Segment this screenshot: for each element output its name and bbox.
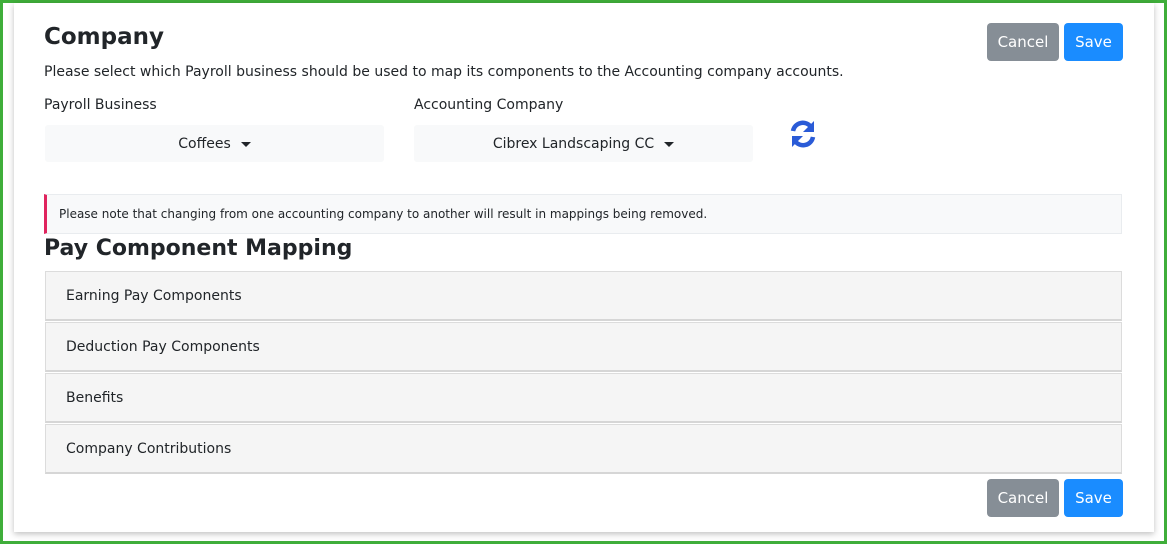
- page-description: Please select which Payroll business sho…: [44, 64, 844, 80]
- caret-down-icon: [664, 141, 675, 147]
- accounting-company-dropdown[interactable]: Cibrex Landscaping CC: [414, 125, 753, 162]
- refresh-icon[interactable]: [787, 118, 819, 150]
- payroll-business-dropdown[interactable]: Coffees: [45, 125, 384, 162]
- accordion-item-label: Earning Pay Components: [66, 287, 242, 304]
- accordion-item-deduction-pay-components[interactable]: Deduction Pay Components: [45, 322, 1122, 372]
- cancel-button-bottom[interactable]: Cancel: [987, 479, 1059, 517]
- accounting-company-value: Cibrex Landscaping CC: [492, 135, 655, 152]
- accordion-item-earning-pay-components[interactable]: Earning Pay Components: [45, 271, 1122, 321]
- accordion-item-company-contributions[interactable]: Company Contributions: [45, 424, 1122, 474]
- page-title: Company: [44, 24, 164, 50]
- accordion-item-label: Company Contributions: [66, 440, 232, 457]
- caret-down-icon: [240, 141, 251, 147]
- cancel-button-top[interactable]: Cancel: [987, 23, 1059, 61]
- accordion-item-label: Deduction Pay Components: [66, 338, 260, 355]
- mapping-removal-notice: Please note that changing from one accou…: [44, 194, 1122, 234]
- save-button-top[interactable]: Save: [1064, 23, 1123, 61]
- payroll-business-value: Coffees: [178, 135, 231, 152]
- payroll-business-label: Payroll Business: [44, 97, 157, 113]
- accordion-item-label: Benefits: [66, 389, 124, 406]
- accounting-company-label: Accounting Company: [414, 97, 564, 113]
- pay-component-mapping-title: Pay Component Mapping: [44, 236, 353, 261]
- notice-text: Please note that changing from one accou…: [59, 207, 708, 221]
- save-button-bottom[interactable]: Save: [1064, 479, 1123, 517]
- pay-component-accordion: Earning Pay Components Deduction Pay Com…: [45, 271, 1122, 475]
- accordion-item-benefits[interactable]: Benefits: [45, 373, 1122, 423]
